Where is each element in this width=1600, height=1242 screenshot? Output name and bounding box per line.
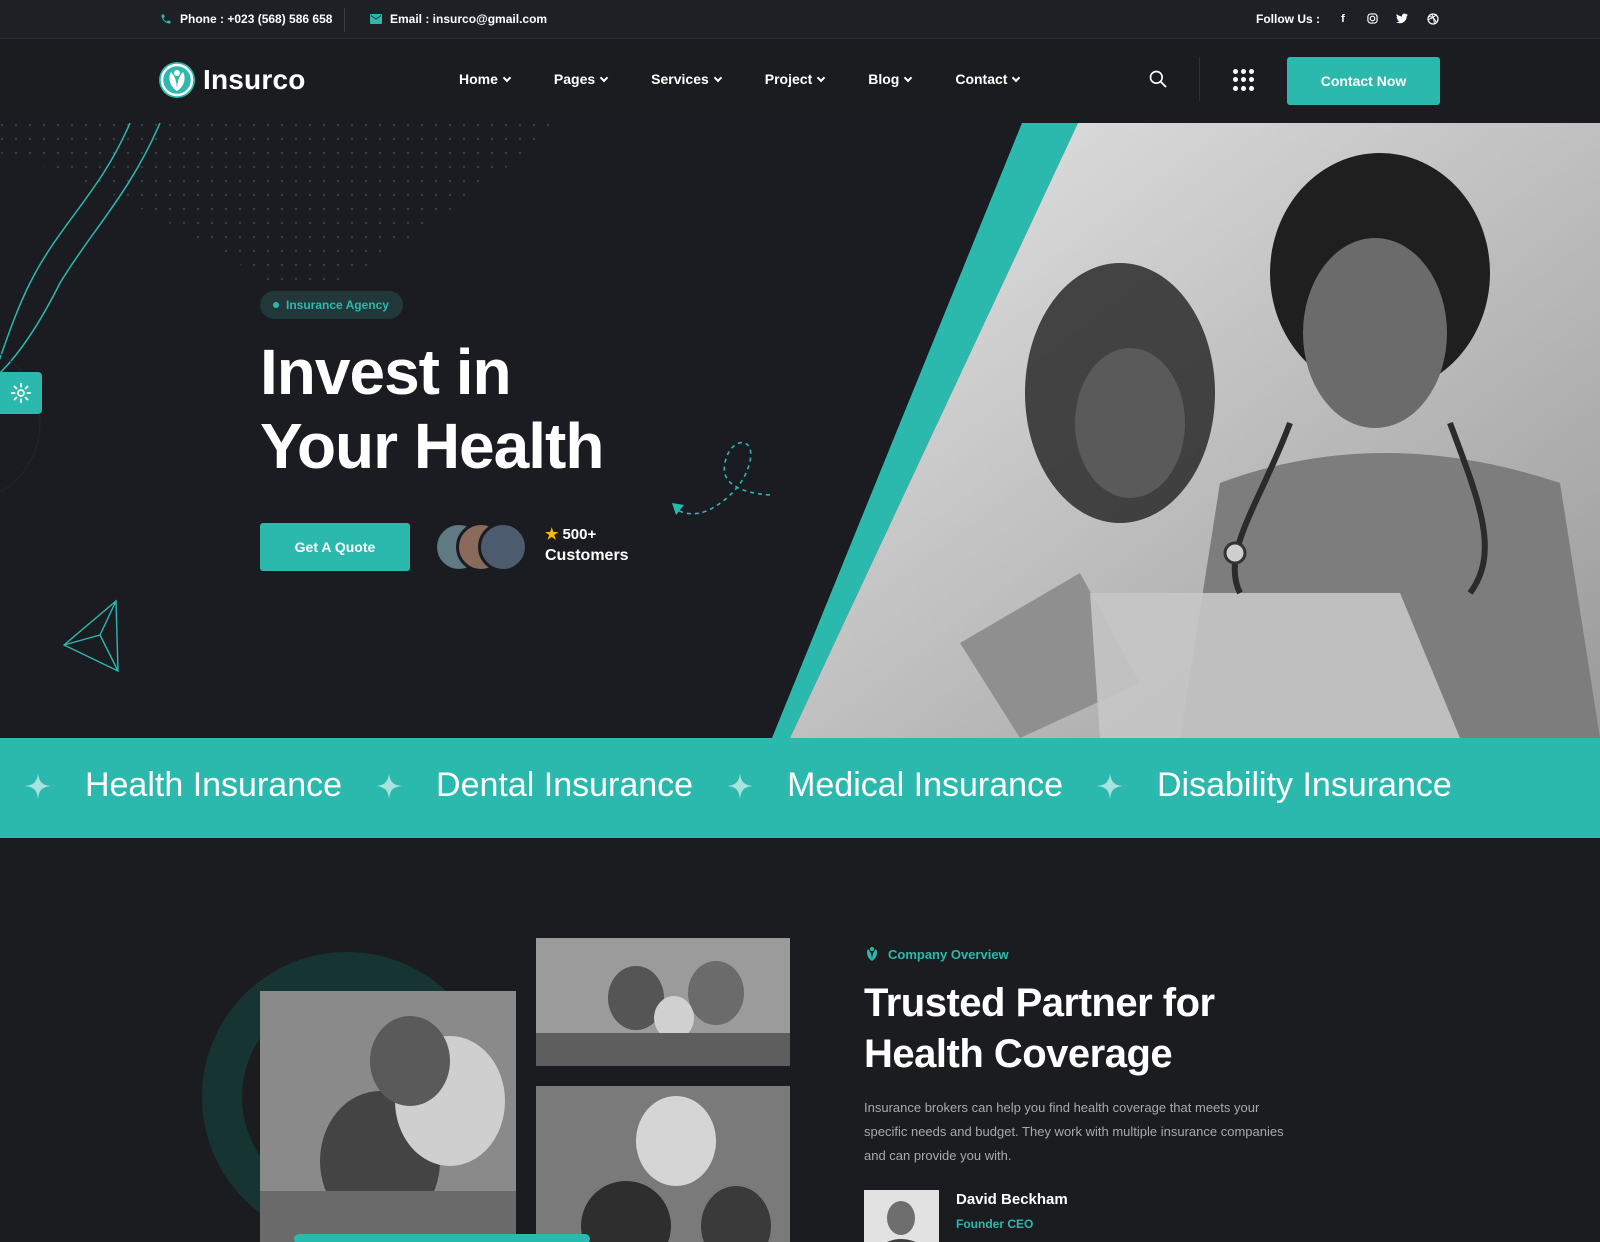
chevron-down-icon	[502, 73, 512, 82]
email-contact[interactable]: Email : insurco@gmail.com	[370, 12, 547, 26]
chevron-down-icon	[816, 73, 826, 82]
follow-label: Follow Us :	[1256, 12, 1320, 26]
search-icon[interactable]	[1148, 69, 1168, 89]
marquee-item: Medical Insurance	[787, 766, 1063, 804]
main-nav: Home Pages Services Project Blog Contact	[459, 71, 1063, 87]
marquee-item: Disability Insurance	[1156, 766, 1452, 804]
email-text: Email : insurco@gmail.com	[390, 12, 548, 26]
customers-label: Customers	[545, 547, 629, 564]
nav-contact-label: Contact	[955, 71, 1008, 87]
phone-text: Phone : +023 (568) 586 658	[180, 12, 333, 26]
about-description: Insurance brokers can help you find heal…	[864, 1100, 1284, 1163]
customers-stat: ★ 500+ Customers	[545, 525, 629, 565]
hero-title: Invest in Your Health	[260, 335, 680, 483]
logo-icon	[159, 62, 195, 98]
nav-blog-label: Blog	[868, 71, 900, 87]
settings-gear-button[interactable]	[0, 372, 42, 414]
phone-icon	[161, 14, 171, 24]
chevron-down-icon	[1012, 73, 1021, 82]
family-photo-large	[260, 991, 516, 1242]
about-title-line2: Health Coverage	[864, 1032, 1173, 1076]
nav-services-label: Services	[651, 71, 709, 87]
insurance-types-marquee: surance Health Insurance Dental Insuranc…	[0, 738, 1600, 838]
header-divider	[1199, 57, 1200, 101]
chevron-down-icon	[904, 73, 913, 82]
facebook-icon[interactable]: f	[1335, 11, 1351, 27]
instagram-icon[interactable]	[1364, 11, 1380, 27]
marquee-item: Dental Insurance	[436, 766, 694, 804]
nav-project-label: Project	[764, 71, 813, 87]
sparkle-icon	[376, 772, 403, 799]
family-photo-top	[536, 938, 790, 1066]
customers-count: 500+	[562, 525, 597, 543]
ceo-role: Founder CEO	[956, 1217, 1034, 1231]
hero-title-line2: Your Health	[260, 410, 604, 482]
nav-project[interactable]: Project	[764, 71, 826, 87]
family-photo-bottom	[536, 1086, 790, 1242]
apps-grid-icon[interactable]	[1233, 69, 1255, 91]
chevron-down-icon	[713, 73, 723, 82]
ceo-name: David Beckham	[956, 1191, 1068, 1208]
ceo-photo	[864, 1190, 939, 1242]
nav-home[interactable]: Home	[459, 71, 512, 87]
sparkle-icon	[24, 772, 51, 799]
contact-now-button[interactable]: Contact Now	[1287, 57, 1440, 105]
topbar-divider	[344, 8, 345, 32]
company-overview-section: Company Overview Trusted Partner for Hea…	[0, 838, 1600, 1242]
marquee-row: surance Health Insurance Dental Insuranc…	[0, 766, 1452, 805]
top-bar: Phone : +023 (568) 586 658 Email : insur…	[0, 0, 1600, 39]
about-title: Trusted Partner for Health Coverage	[864, 978, 1284, 1080]
hero-title-line1: Invest in	[260, 336, 512, 408]
nav-home-label: Home	[459, 71, 498, 87]
nav-contact[interactable]: Contact	[955, 71, 1021, 87]
nav-pages[interactable]: Pages	[553, 71, 609, 87]
chevron-down-icon	[599, 73, 609, 82]
sparkle-icon	[1096, 772, 1123, 799]
gear-icon	[10, 382, 32, 404]
dribbble-icon[interactable]	[1425, 11, 1441, 27]
leaf-logo-icon	[867, 947, 877, 961]
eyebrow-text: Company Overview	[888, 946, 1009, 962]
marquee-item: Health Insurance	[84, 766, 343, 804]
twitter-icon[interactable]	[1394, 11, 1410, 27]
email-icon	[370, 14, 382, 24]
nav-pages-label: Pages	[553, 71, 596, 87]
get-a-quote-button[interactable]: Get A Quote	[260, 523, 410, 571]
phone-contact[interactable]: Phone : +023 (568) 586 658	[160, 12, 332, 26]
site-logo[interactable]: Insurco	[159, 62, 306, 98]
star-icon: ★	[545, 526, 559, 543]
sparkle-icon	[727, 772, 754, 799]
main-header: Insurco Home Pages Services Project Blog…	[0, 39, 1600, 123]
company-overview-eyebrow: Company Overview	[864, 946, 1009, 962]
customer-avatars	[434, 522, 534, 572]
logo-text: Insurco	[203, 64, 306, 95]
accent-strip	[294, 1234, 590, 1242]
hero-background-art	[0, 123, 1600, 738]
hero-section: Insurance Agency Invest in Your Health G…	[0, 123, 1600, 738]
insurance-agency-badge: Insurance Agency	[260, 291, 403, 319]
avatar	[478, 522, 528, 572]
about-title-line1: Trusted Partner for	[864, 981, 1215, 1025]
nav-blog[interactable]: Blog	[868, 71, 913, 87]
nav-services[interactable]: Services	[651, 71, 723, 87]
